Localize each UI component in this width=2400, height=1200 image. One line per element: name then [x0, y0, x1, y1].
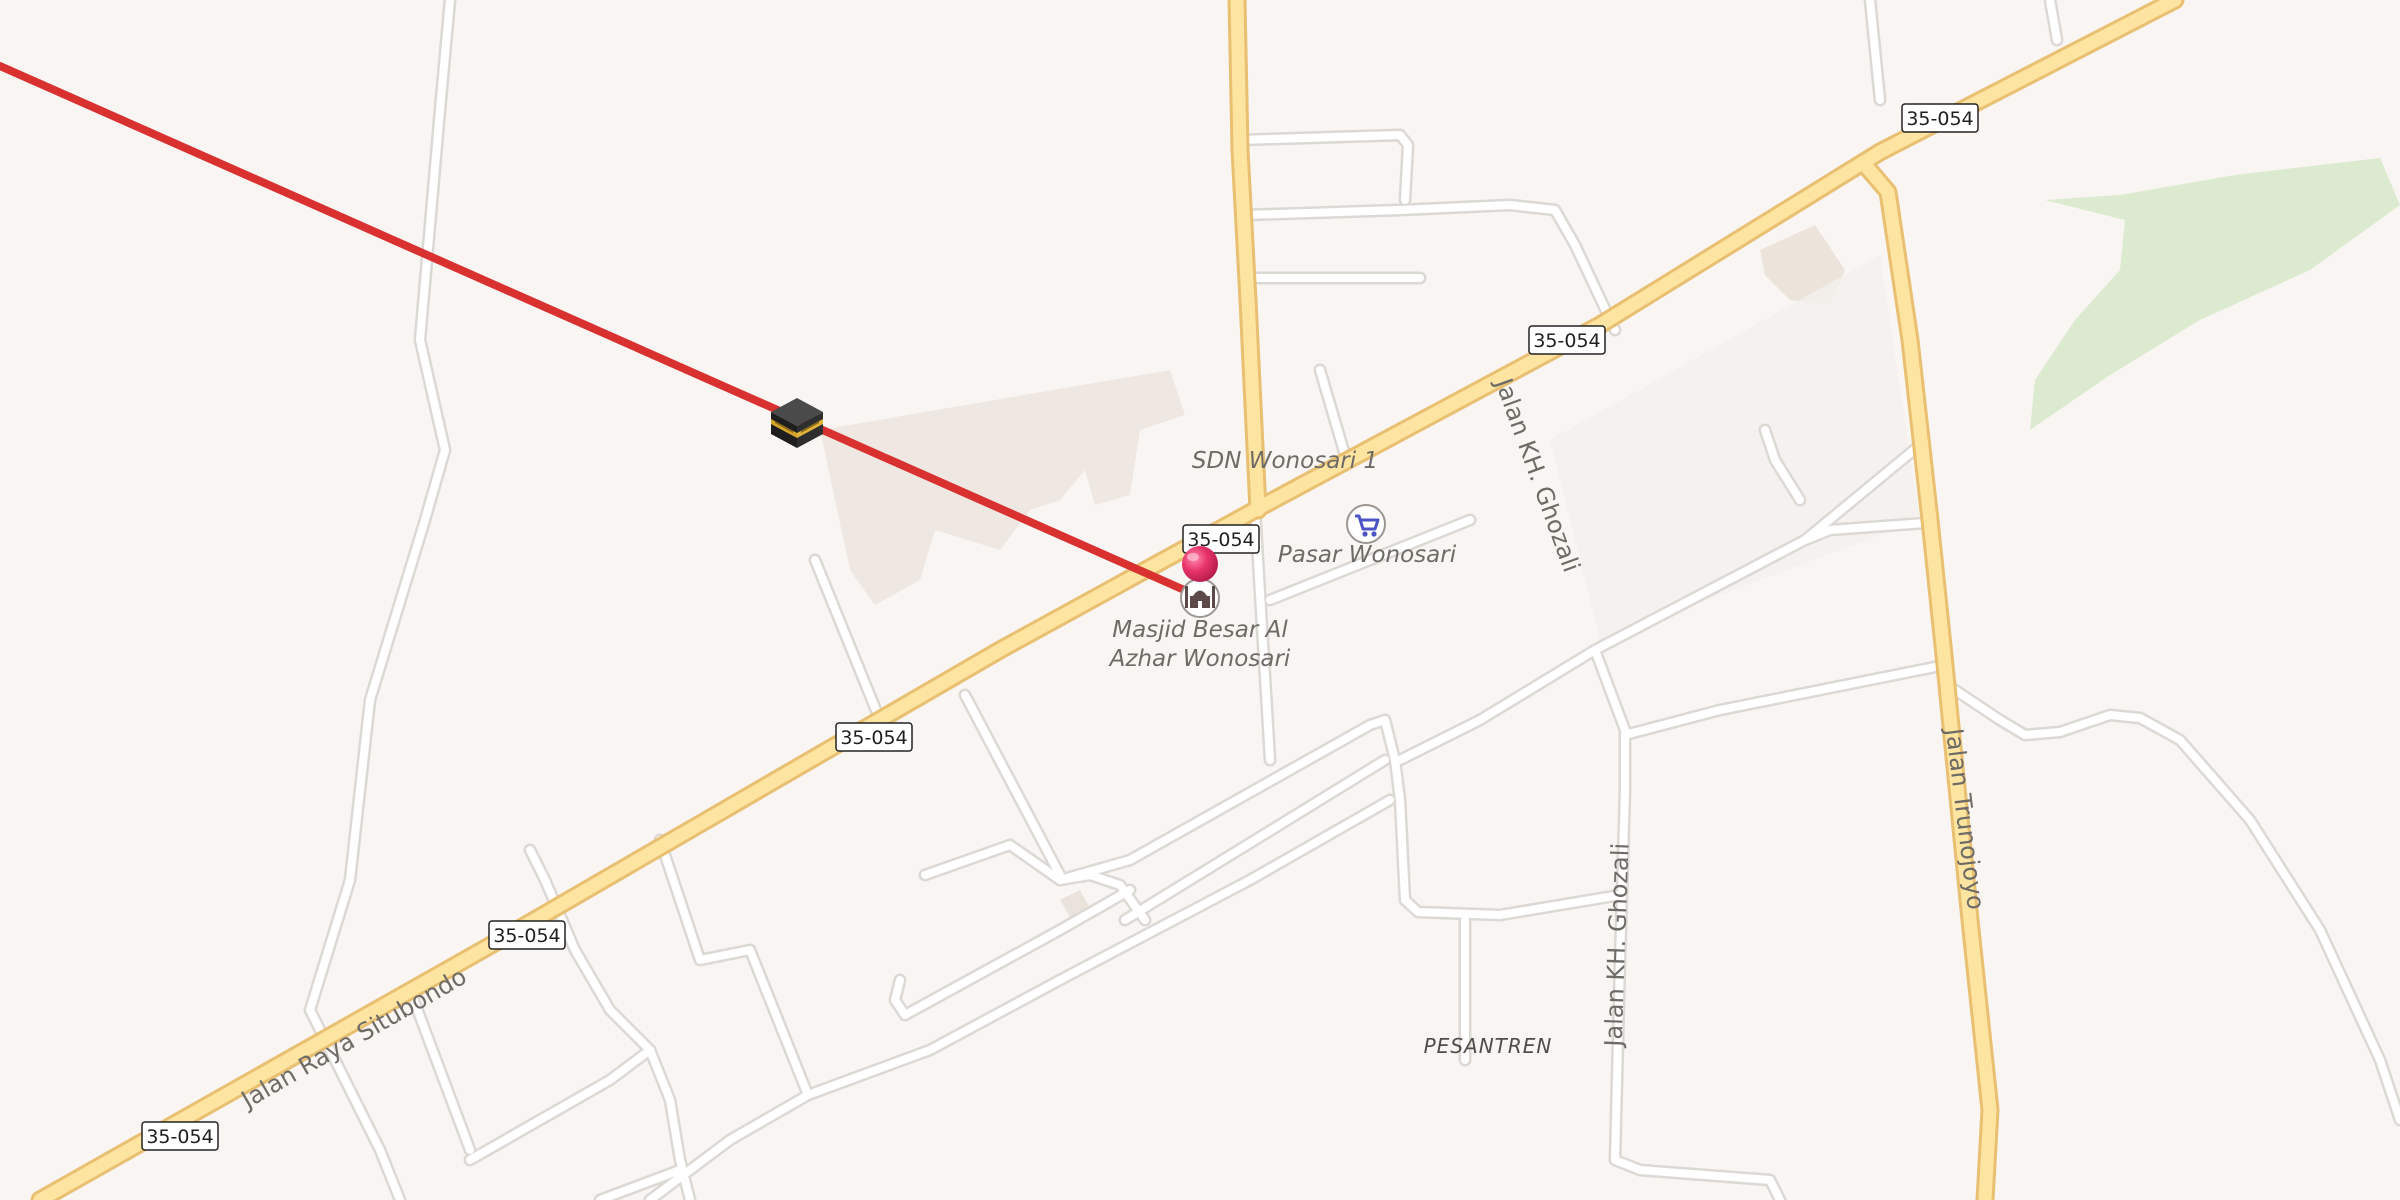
road-shield-label: 35-054: [493, 925, 560, 947]
qibla-direction-line: [0, 62, 1204, 601]
road-shield-label: 35-054: [1533, 330, 1600, 352]
location-pin-icon[interactable]: [1182, 546, 1218, 582]
road-shield: 35-054: [488, 920, 566, 950]
map-canvas[interactable]: Jalan Raya Situbondo Jalan KH. Ghozali J…: [0, 0, 2400, 1200]
mosque-icon[interactable]: [1180, 578, 1220, 618]
road-shield: 35-054: [1901, 103, 1979, 133]
landuse-areas: [820, 158, 2400, 925]
road-shield: 35-054: [835, 722, 913, 752]
road-shield-label: 35-054: [1906, 108, 1973, 130]
minor-roads: [303, 0, 2400, 1200]
road-label-jalan-trunojoyo: Jalan Trunojoyo: [1940, 725, 1990, 911]
road-shield-label: 35-054: [840, 727, 907, 749]
road-shield-label: 35-054: [146, 1126, 213, 1148]
road-shield: 35-054: [141, 1121, 219, 1151]
kaaba-icon[interactable]: [771, 398, 823, 448]
park-area: [2030, 158, 2400, 430]
poi-label-masjid-line1: Masjid Besar Al: [1112, 617, 1288, 643]
road-shield: 35-054: [1528, 325, 1606, 355]
road-label-jalan-kh-ghozali-south: Jalan KH. Ghozali: [1599, 842, 1634, 1049]
map-view[interactable]: Jalan Raya Situbondo Jalan KH. Ghozali J…: [0, 0, 2400, 1200]
area-label-pesantren: PESANTREN: [1424, 1034, 1553, 1058]
shopping-cart-icon[interactable]: [1346, 504, 1386, 544]
poi-label-sdn-wonosari: SDN Wonosari 1: [1192, 448, 1378, 474]
poi-label-masjid-line2: Azhar Wonosari: [1108, 646, 1291, 672]
poi-label-pasar-wonosari: Pasar Wonosari: [1278, 542, 1457, 568]
